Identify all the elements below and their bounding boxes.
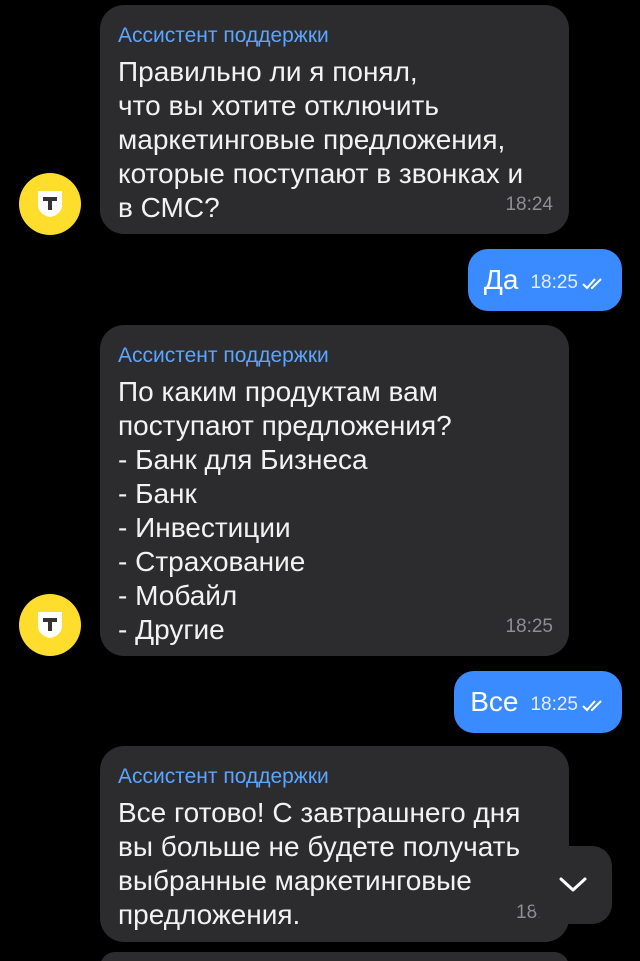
message-text: Да <box>483 264 519 295</box>
double-check-icon <box>582 700 602 712</box>
message-time: 18:25 <box>505 616 553 637</box>
scroll-to-bottom-button[interactable] <box>534 846 612 924</box>
incoming-message[interactable]: Ассистент поддержки Все готово! С завтра… <box>100 746 569 942</box>
double-check-icon <box>582 278 602 290</box>
message-text: Все готово! С завтрашнего дня вы больше … <box>118 797 521 930</box>
sender-name: Ассистент поддержки <box>118 344 329 367</box>
sender-name: Ассистент поддержки <box>118 24 329 47</box>
chat-view: Ассистент поддержки Правильно ли я понял… <box>0 0 640 961</box>
tbank-shield-icon <box>38 191 62 217</box>
avatar[interactable] <box>19 594 81 656</box>
outgoing-message[interactable]: Все 18:25 <box>454 671 622 733</box>
message-time: 18:25 <box>530 272 578 293</box>
chevron-down-icon <box>559 877 587 892</box>
tbank-shield-icon <box>38 612 62 638</box>
message-text: По каким продуктам вам поступают предлож… <box>118 376 452 645</box>
message-text: Правильно ли я понял, что вы хотите откл… <box>118 56 524 223</box>
message-time: 18:24 <box>505 194 553 215</box>
incoming-message[interactable]: Ассистент поддержки Правильно ли я понял… <box>100 5 569 234</box>
avatar[interactable] <box>19 173 81 235</box>
incoming-message[interactable]: Ассистент поддержки По каким продуктам в… <box>100 325 569 656</box>
outgoing-message[interactable]: Да 18:25 <box>467 249 622 311</box>
message-text: Все <box>470 686 519 717</box>
incoming-message-partial <box>100 952 569 961</box>
sender-name: Ассистент поддержки <box>118 765 329 788</box>
message-time: 18:25 <box>530 694 578 715</box>
